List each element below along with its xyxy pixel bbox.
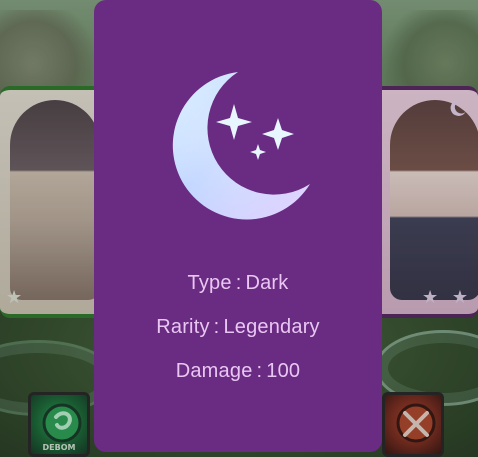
stat-type: Type: Dark <box>94 272 382 295</box>
stat-damage: Damage:100 <box>94 360 382 383</box>
stat-type-value: Dark <box>245 272 289 294</box>
stat-damage-label: Damage <box>175 360 253 382</box>
stat-rarity: Rarity: Legendary <box>94 316 382 339</box>
stat-type-label: Type <box>187 272 232 294</box>
stat-type-separator: : <box>235 272 242 294</box>
stat-damage-separator: : <box>256 360 263 382</box>
card-detail-modal: Type: Dark Rarity: Legendary Damage:100 <box>94 0 382 452</box>
crescent-moon-with-stars-icon <box>172 72 310 220</box>
stat-damage-value: 100 <box>266 360 301 382</box>
stat-rarity-label: Rarity <box>156 316 210 338</box>
stat-rarity-value: Legendary <box>223 316 320 338</box>
stat-rarity-separator: : <box>213 316 220 338</box>
game-scene: ★ ★ ★ DEBOM Type: Dark Rarity: Legenda… <box>0 0 478 457</box>
